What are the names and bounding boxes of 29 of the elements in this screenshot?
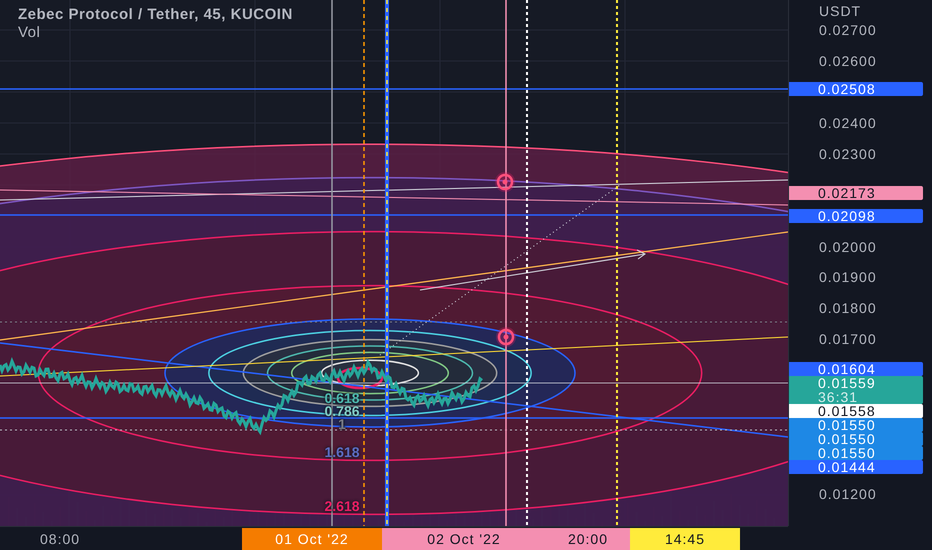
price-tag: 0.02508 [789, 82, 923, 96]
price-tick: 0.02700 [819, 23, 877, 37]
time-tag: 20:00 [546, 528, 630, 550]
price-tag: 0.01604 [789, 362, 923, 376]
price-tick: 0.02000 [819, 240, 877, 254]
price-tag: 0.01550 [789, 446, 923, 460]
price-tick: 0.02400 [819, 116, 877, 130]
price-tag: 0.02098 [789, 209, 923, 224]
indicator-label: Vol [18, 24, 42, 41]
target-icon [496, 327, 516, 347]
time-tag: 02 Oct '22 [382, 528, 546, 550]
price-tag: 0.01559 36:31 [789, 376, 923, 404]
time-tag: 01 Oct '22 [242, 528, 382, 550]
price-tag: 0.01550 [789, 418, 923, 432]
price-tick: 0.02600 [819, 54, 877, 68]
price-tick: 0.01200 [819, 486, 877, 501]
price-tick: 0.01700 [819, 332, 877, 346]
time-tag: 14:45 [630, 528, 740, 550]
price-tag: 0.02173 [789, 186, 923, 200]
currency-label: USDT [819, 4, 862, 18]
time-tick: 08:00 [39, 530, 82, 546]
target-icon [495, 172, 515, 192]
chart-title: Zebec Protocol / Tether, 45, KUCOIN [18, 6, 293, 23]
price-tick: 0.02300 [819, 146, 877, 161]
price-tag: 0.01558 [789, 404, 923, 418]
price-tick: 0.01800 [819, 301, 877, 316]
price-tick: 0.01900 [819, 270, 877, 284]
price-tag: 0.01444 [789, 460, 923, 474]
price-tag: 0.01550 [789, 432, 923, 446]
